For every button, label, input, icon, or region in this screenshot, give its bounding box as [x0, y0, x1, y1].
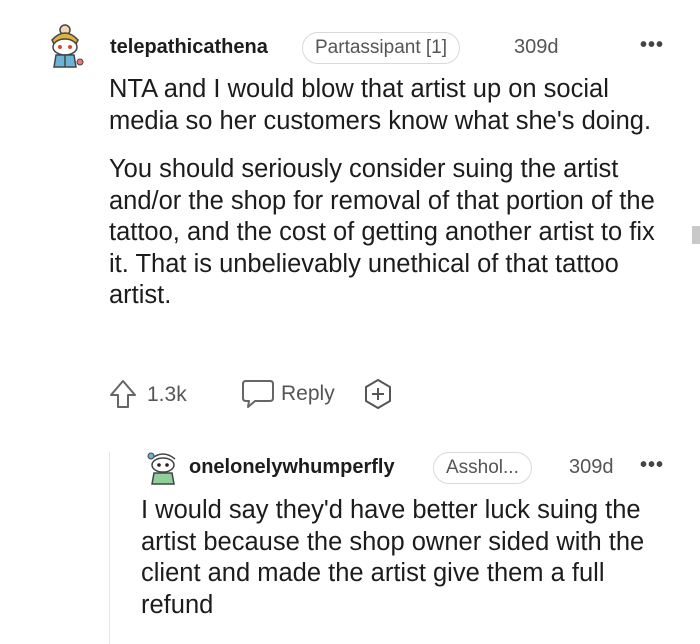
reply-button[interactable]: Reply [281, 382, 335, 406]
username[interactable]: onelonelywhumperfly [189, 456, 395, 479]
upvote-icon [110, 380, 136, 408]
snoo-avatar-icon [147, 452, 176, 485]
more-options-icon[interactable]: ••• [640, 454, 664, 477]
upvote-button[interactable] [108, 378, 138, 415]
scrollbar-thumb[interactable] [692, 226, 700, 244]
reply-body: I would say they'd have better luck suin… [141, 495, 681, 621]
thread-line[interactable] [109, 452, 110, 644]
comment-age: 309d [514, 36, 559, 58]
username[interactable]: telepathicathena [110, 36, 268, 59]
comment-paragraph: You should seriously consider suing the … [109, 155, 655, 309]
user-flair: Partassipant [1] [302, 32, 461, 64]
avatar[interactable] [42, 22, 88, 72]
user-flair: Asshol... [433, 452, 532, 484]
more-options-icon[interactable]: ••• [640, 34, 664, 57]
snoo-avatar-icon [51, 24, 84, 68]
comment-age: 309d [569, 456, 614, 478]
vote-count: 1.3k [147, 383, 187, 406]
reply-paragraph: I would say they'd have better luck suin… [141, 496, 645, 619]
avatar[interactable] [143, 447, 183, 487]
comment-body: NTA and I would blow that artist up on s… [109, 74, 679, 312]
reply-icon[interactable] [240, 377, 276, 414]
comment-paragraph: NTA and I would blow that artist up on s… [109, 75, 652, 135]
award-icon[interactable] [361, 377, 395, 416]
